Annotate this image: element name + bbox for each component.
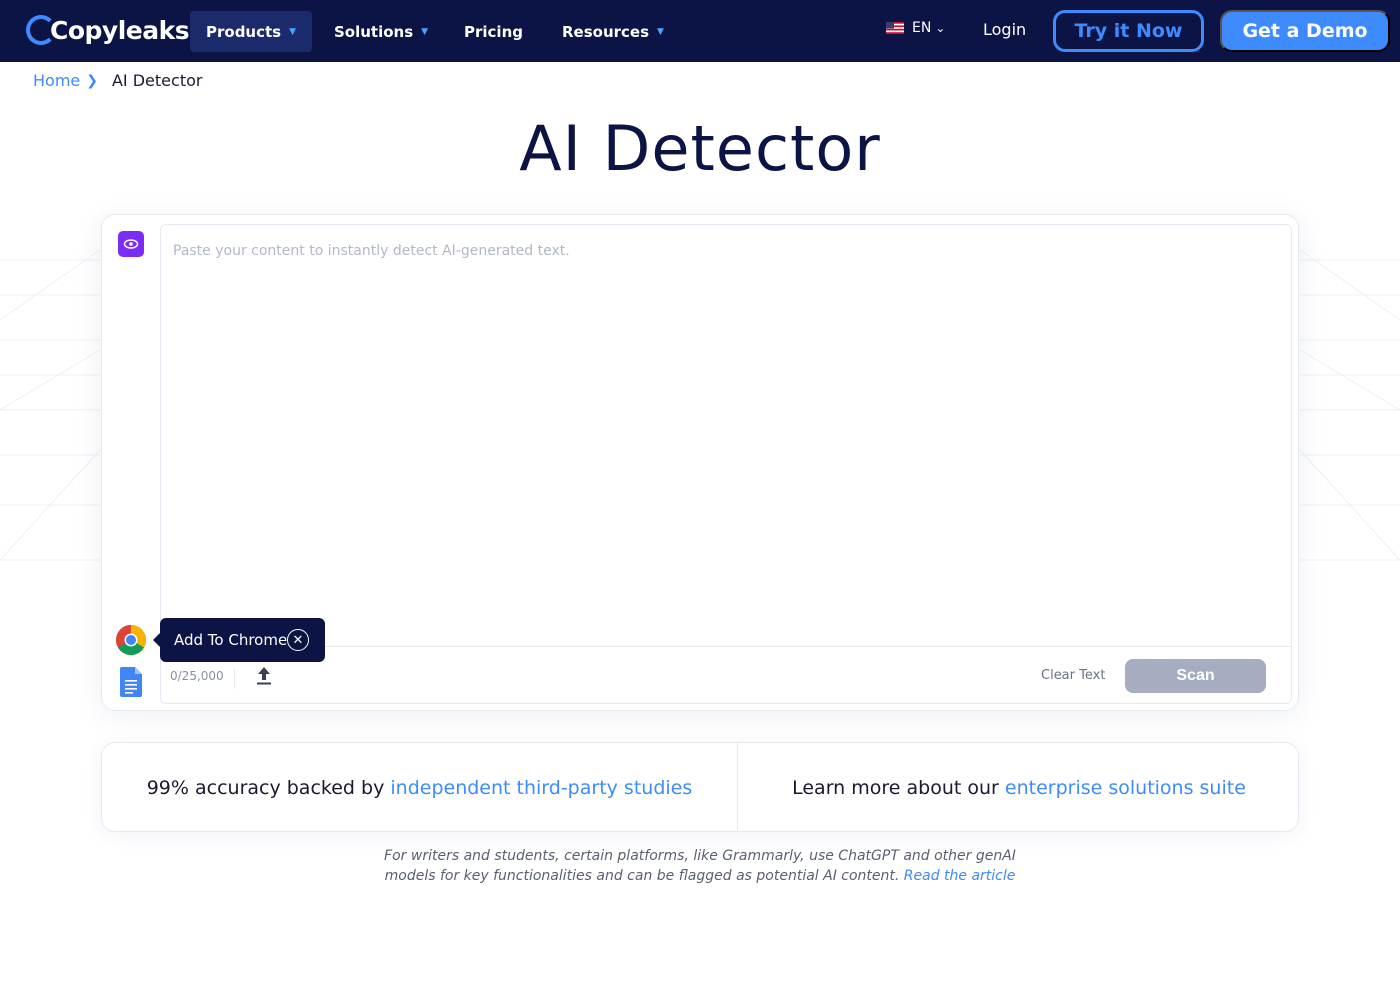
third-party-studies-link[interactable]: independent third-party studies — [390, 777, 692, 799]
get-a-demo-button[interactable]: Get a Demo — [1220, 10, 1390, 52]
chevron-right-icon: ❯ — [86, 72, 98, 89]
nav-item-products[interactable]: Products ▼ — [190, 11, 313, 52]
disclaimer-note: For writers and students, certain platfo… — [0, 846, 1400, 886]
caret-down-icon: ▼ — [289, 26, 297, 37]
caret-down-icon: ▼ — [657, 26, 664, 37]
enterprise-text: Learn more about our — [792, 777, 1005, 799]
google-docs-icon[interactable] — [120, 667, 142, 697]
logo-ring-icon — [26, 15, 56, 45]
clear-text-button[interactable]: Clear Text — [1041, 668, 1105, 683]
page-title: AI Detector — [519, 112, 881, 185]
nav-item-pricing[interactable]: Pricing — [448, 11, 539, 52]
eye-icon[interactable] — [118, 231, 144, 257]
caret-down-icon: ▼ — [421, 26, 429, 37]
add-to-chrome-tooltip[interactable]: Add To Chrome ✕ — [153, 618, 325, 662]
nav-item-label: Resources — [562, 22, 650, 41]
upload-icon[interactable] — [255, 666, 273, 686]
us-flag-icon — [886, 22, 904, 34]
read-article-link[interactable]: Read the article — [904, 868, 1016, 884]
accuracy-info: 99% accuracy backed by independent third… — [102, 743, 738, 833]
top-navigation: Copyleaks Products ▼ Solutions ▼ Pricing… — [0, 0, 1400, 62]
nav-item-resources[interactable]: Resources ▼ — [546, 11, 680, 52]
content-input[interactable] — [161, 225, 1291, 647]
login-link[interactable]: Login — [983, 20, 1026, 39]
accuracy-text: 99% accuracy backed by — [146, 777, 391, 799]
nav-item-label: Solutions — [334, 22, 414, 41]
logo-text: Copyleaks — [50, 15, 190, 45]
breadcrumb-current: AI Detector — [111, 71, 203, 90]
character-counter: 0/25,000 — [170, 669, 235, 689]
chevron-down-icon: ⌄ — [935, 21, 946, 35]
try-it-now-button[interactable]: Try it Now — [1053, 10, 1204, 52]
info-bar: 99% accuracy backed by independent third… — [101, 742, 1300, 833]
language-label: EN — [912, 20, 932, 36]
tooltip-label: Add To Chrome — [174, 631, 288, 649]
breadcrumb-home-link[interactable]: Home — [33, 71, 80, 90]
language-selector[interactable]: EN ⌄ — [886, 20, 945, 36]
enterprise-info: Learn more about our enterprise solution… — [738, 743, 1300, 833]
note-line-2: models for key functionalities and can b… — [384, 868, 904, 884]
scan-button[interactable]: Scan — [1125, 659, 1266, 693]
note-line-1: For writers and students, certain platfo… — [384, 848, 1016, 864]
text-editor: 0/25,000 Clear Text Scan — [160, 224, 1292, 704]
enterprise-solutions-link[interactable]: enterprise solutions suite — [1005, 777, 1246, 799]
nav-item-solutions[interactable]: Solutions ▼ — [318, 11, 444, 52]
breadcrumb: Home ❯ AI Detector — [33, 71, 202, 90]
nav-item-label: Pricing — [464, 22, 523, 41]
chrome-icon[interactable] — [115, 624, 147, 656]
close-icon[interactable]: ✕ — [287, 629, 309, 651]
eye-glyph — [123, 239, 139, 249]
nav-item-label: Products — [206, 22, 282, 41]
copyleaks-logo[interactable]: Copyleaks — [26, 10, 190, 50]
